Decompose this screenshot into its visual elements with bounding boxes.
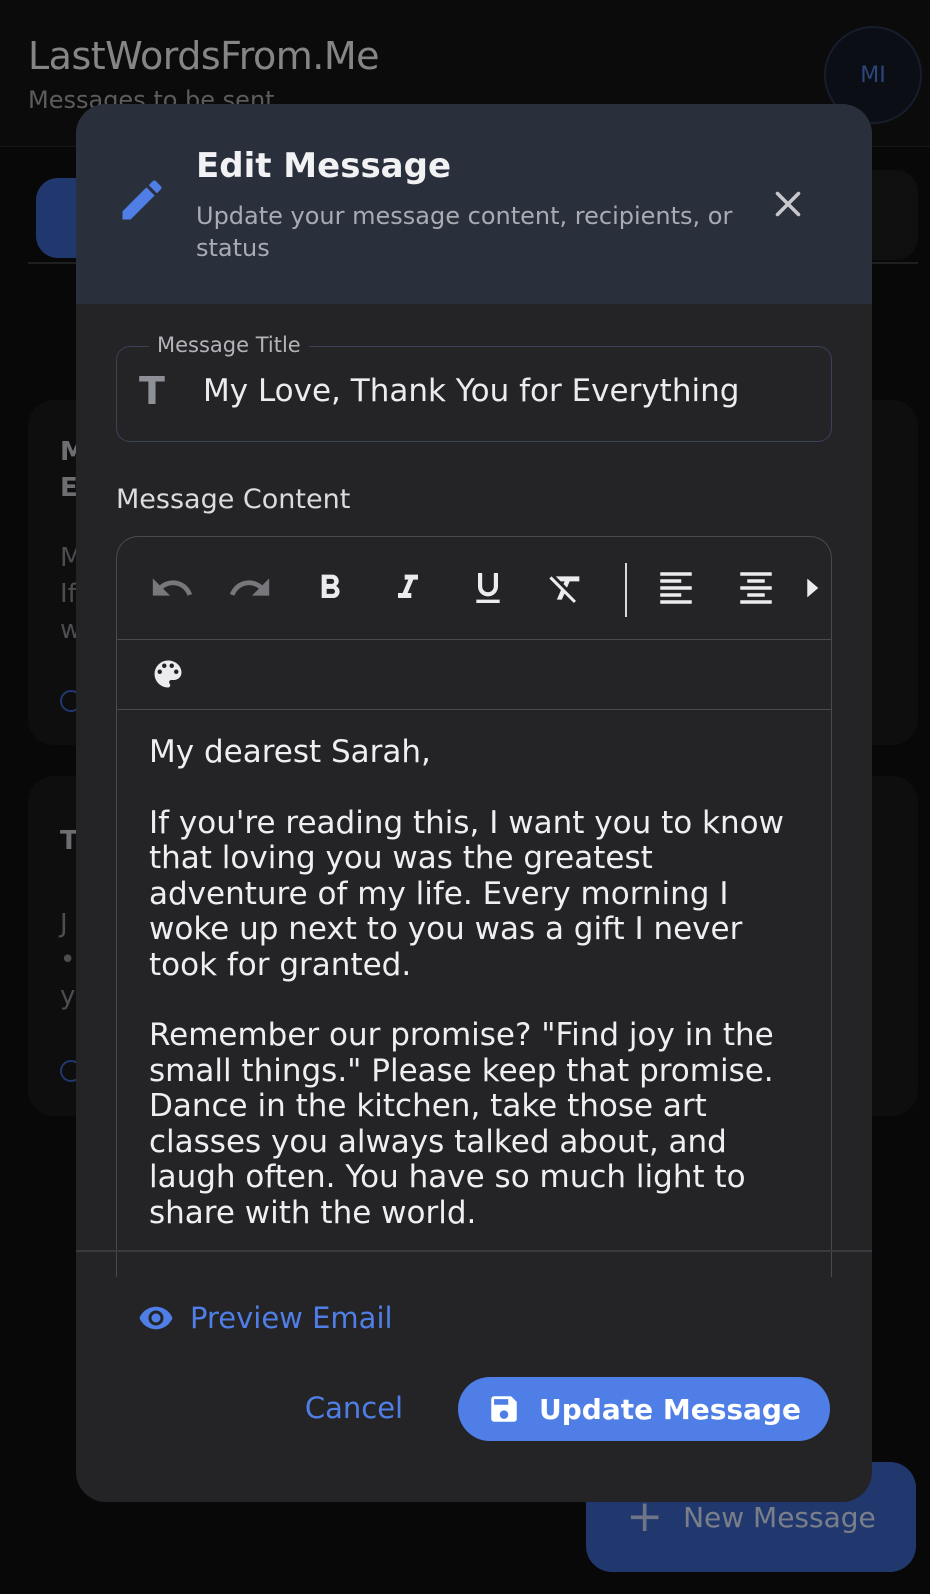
toolbar-divider (625, 563, 627, 617)
rich-text-editor[interactable]: My dearest Sarah, If you're reading this… (116, 536, 832, 1277)
close-icon (775, 191, 801, 217)
palette-icon (154, 660, 182, 688)
update-message-button[interactable]: Update Message (458, 1377, 830, 1441)
close-button[interactable] (764, 180, 812, 228)
preview-email-label: Preview Email (190, 1301, 393, 1335)
bold-button[interactable] (303, 561, 357, 615)
dialog-title: Edit Message (196, 146, 452, 186)
editor-toolbar (117, 537, 831, 640)
more-arrow-icon (807, 578, 819, 598)
message-paragraph: Remember our promise? "Find joy in the s… (149, 1017, 774, 1231)
message-title-label: Message Title (149, 333, 309, 357)
clear-format-icon (549, 576, 580, 603)
message-title-field[interactable]: Message Title T My Love, Thank You for E… (116, 333, 832, 442)
eye-icon (139, 1306, 173, 1330)
text-color-button[interactable] (141, 647, 195, 701)
preview-email-button[interactable]: Preview Email (138, 1300, 393, 1336)
italic-icon (398, 574, 418, 598)
bold-icon (321, 574, 340, 598)
message-paragraph: My dearest Sarah, (149, 734, 431, 770)
dialog-subtitle: Update your message content, recipients,… (196, 202, 733, 262)
align-left-icon (660, 572, 692, 604)
redo-icon (229, 578, 270, 596)
underline-icon (476, 573, 500, 603)
italic-button[interactable] (381, 561, 435, 615)
editor-toolbar-row-2 (117, 639, 831, 710)
dialog-footer-divider (76, 1250, 872, 1252)
save-icon (491, 1396, 517, 1422)
message-paragraph: If you're reading this, I want you to kn… (149, 804, 784, 983)
message-title-input[interactable]: My Love, Thank You for Everything (203, 373, 739, 409)
align-center-icon (740, 572, 772, 604)
message-content-label: Message Content (116, 484, 351, 515)
message-body[interactable]: My dearest Sarah, If you're reading this… (149, 734, 809, 1266)
clear-format-button[interactable] (539, 561, 593, 615)
dialog-header: Edit Message Update your message content… (76, 104, 872, 304)
align-center-button[interactable] (729, 561, 783, 615)
redo-button[interactable] (223, 561, 277, 615)
cancel-button[interactable]: Cancel (294, 1386, 414, 1430)
edit-message-dialog: Edit Message Update your message content… (76, 104, 872, 1502)
toolbar-scroll-right-button[interactable] (797, 561, 827, 615)
pencil-icon (122, 180, 162, 220)
update-message-label: Update Message (539, 1392, 801, 1426)
underline-button[interactable] (461, 561, 515, 615)
undo-button[interactable] (145, 561, 199, 615)
align-left-button[interactable] (649, 561, 703, 615)
undo-icon (152, 578, 193, 596)
text-t-icon: T (139, 369, 165, 413)
